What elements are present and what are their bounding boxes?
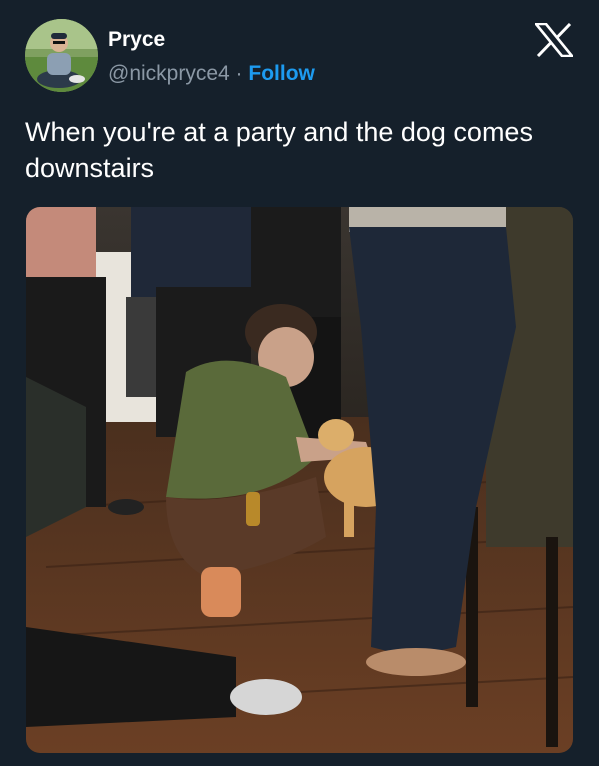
- author-name[interactable]: Pryce: [108, 26, 165, 54]
- avatar-image: [25, 19, 98, 92]
- tweet-text: When you're at a party and the dog comes…: [25, 117, 533, 183]
- separator-dot: ·: [235, 62, 243, 85]
- handle-row: @nickpryce4 · Follow: [108, 60, 315, 88]
- party-dog-photo: [26, 207, 573, 753]
- avatar[interactable]: [25, 19, 98, 92]
- follow-button[interactable]: Follow: [248, 62, 315, 85]
- tweet-photo[interactable]: [26, 207, 573, 753]
- author-handle[interactable]: @nickpryce4: [108, 62, 230, 85]
- x-logo-icon[interactable]: [533, 22, 575, 58]
